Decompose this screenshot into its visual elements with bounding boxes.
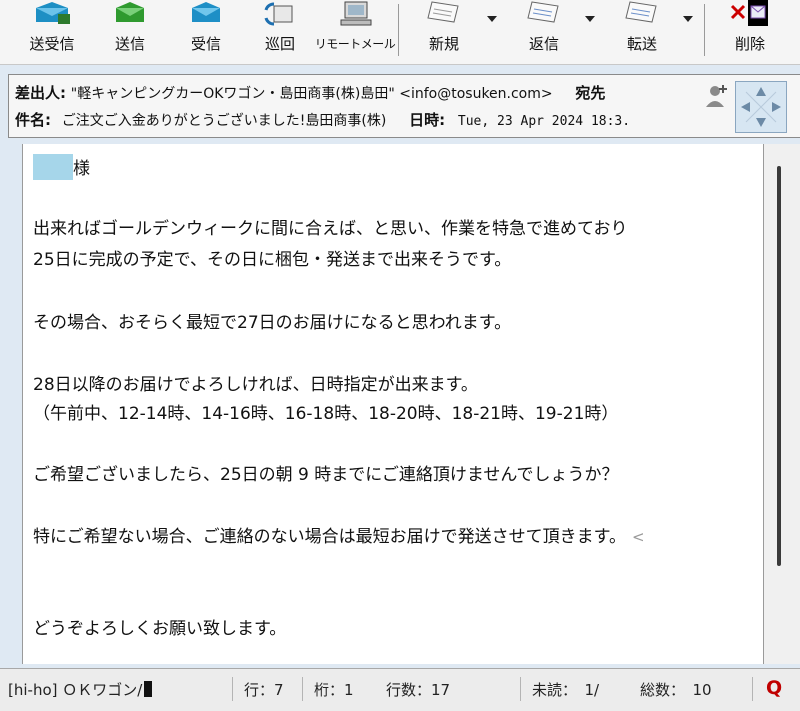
subject-label: 件名: [15,111,51,129]
delete-icon [730,0,768,26]
q-app-icon[interactable]: Q [766,677,782,699]
status-divider [752,677,753,701]
status-divider [232,677,233,701]
four-way-arrow-icon [741,87,781,127]
date-value: Tue, 23 Apr 2024 18:3. [457,114,631,129]
body-line: （午前中、12-14時、14-16時、16-18時、18-20時、18-21時、… [33,404,619,424]
body-line: 特にご希望ない場合、ご連絡のない場合は最短お届けで発送させて頂きます。 [33,527,626,547]
redacted-recipient-name [33,154,73,180]
new-mail-dropdown[interactable] [487,16,497,22]
patrol-button[interactable]: 巡回 [250,0,310,60]
body-line: その場合、おそらく最短で27日のお届けになると思われます。 [33,313,512,333]
body-line: 28日以降のお届けでよろしければ、日時指定が出来ます。 [33,375,478,395]
salutation-suffix: 様 [73,159,90,179]
body-line: どうぞよろしくお願い致します。 [33,619,287,639]
send-label: 送信 [114,35,145,53]
salutation-line: 様 [33,154,90,180]
status-line: 行：7 [244,681,284,699]
new-mail-button[interactable]: 新規 [414,0,474,60]
remote-mail-label: リモートメール [314,37,396,51]
vertical-scrollbar-thumb[interactable] [777,166,781,566]
account-text: [hi-ho] ＯＫワゴン/ [8,681,143,699]
patrol-label: 巡回 [264,35,295,53]
header-navigation-pad[interactable] [735,81,787,133]
toolbar-divider [704,4,705,56]
body-line: 25日に完成の予定で、その日に梱包・発送まで出来そうです。 [33,250,512,270]
send-receive-icon [36,2,70,24]
delete-button[interactable]: 削除 [720,0,780,60]
forward-dropdown[interactable] [683,16,693,22]
reply-label: 返信 [528,35,559,53]
status-column: 桁：1 [314,681,354,699]
toolbar-divider [398,4,399,56]
cursor-block-icon [144,681,153,697]
message-body[interactable]: 様 出来ればゴールデンウィークに間に合えば、と思い、作業を特急で進めており 25… [22,144,764,664]
status-divider [520,677,521,701]
scrollbar-track[interactable] [764,144,800,664]
status-account: [hi-ho] ＯＫワゴン/ [8,679,153,700]
send-button[interactable]: 送信 [100,0,160,60]
body-line: ご希望ございましたら、25日の朝 9 時までにご連絡頂けませんでしょうか？ [33,465,619,485]
from-row: 差出人: "軽キャンピングカーOKワゴン・島田商事(株)島田" <info@to… [15,82,605,103]
status-divider [302,677,303,701]
toolbar: 送受信 送信 受信 巡回 リモートメール 新規 返信 転送 削除 [0,0,800,65]
receive-icon [192,2,220,22]
forward-button[interactable]: 転送 [612,0,672,60]
forward-icon [625,1,657,23]
reply-icon [527,1,559,23]
patrol-icon [264,2,293,26]
add-contact-icon[interactable] [705,83,729,109]
reply-button[interactable]: 返信 [514,0,574,60]
send-receive-button[interactable]: 送受信 [22,0,82,60]
subject-value: ご注文ご入金ありがとうございました!島田商事(株) [61,113,387,129]
receive-label: 受信 [190,35,221,53]
status-bar: [hi-ho] ＯＫワゴン/ 行：7 桁：1 行数：17 未読： 1/ 総数： … [0,668,800,711]
from-value[interactable]: "軽キャンピングカーOKワゴン・島田商事(株)島田" <info@tosuken… [71,86,553,102]
new-mail-icon [427,1,459,23]
status-line-count: 行数：17 [386,681,451,699]
to-label: 宛先 [575,84,606,102]
delete-label: 削除 [734,35,765,53]
trailing-mark: < [631,528,645,546]
remote-mail-icon [340,1,372,26]
subject-row: 件名: ご注文ご入金ありがとうございました!島田商事(株) 日時: Tue, 2… [15,109,630,130]
body-line-with-mark: 特にご希望ない場合、ご連絡のない場合は最短お届けで発送させて頂きます。 < [33,522,645,547]
new-mail-label: 新規 [428,35,459,53]
receive-button[interactable]: 受信 [176,0,236,60]
remote-mail-button[interactable]: リモートメール [315,0,396,60]
reply-dropdown[interactable] [585,16,595,22]
send-receive-label: 送受信 [29,35,75,53]
send-icon [116,2,144,22]
from-label: 差出人: [15,84,66,102]
date-label: 日時: [409,111,446,129]
body-line: 出来ればゴールデンウィークに間に合えば、と思い、作業を特急で進めており [33,219,628,239]
mail-header: 差出人: "軽キャンピングカーOKワゴン・島田商事(株)島田" <info@to… [8,74,800,138]
status-unread: 未読： 1/ [532,681,600,699]
status-total: 総数： 10 [640,681,712,699]
forward-label: 転送 [626,35,657,53]
